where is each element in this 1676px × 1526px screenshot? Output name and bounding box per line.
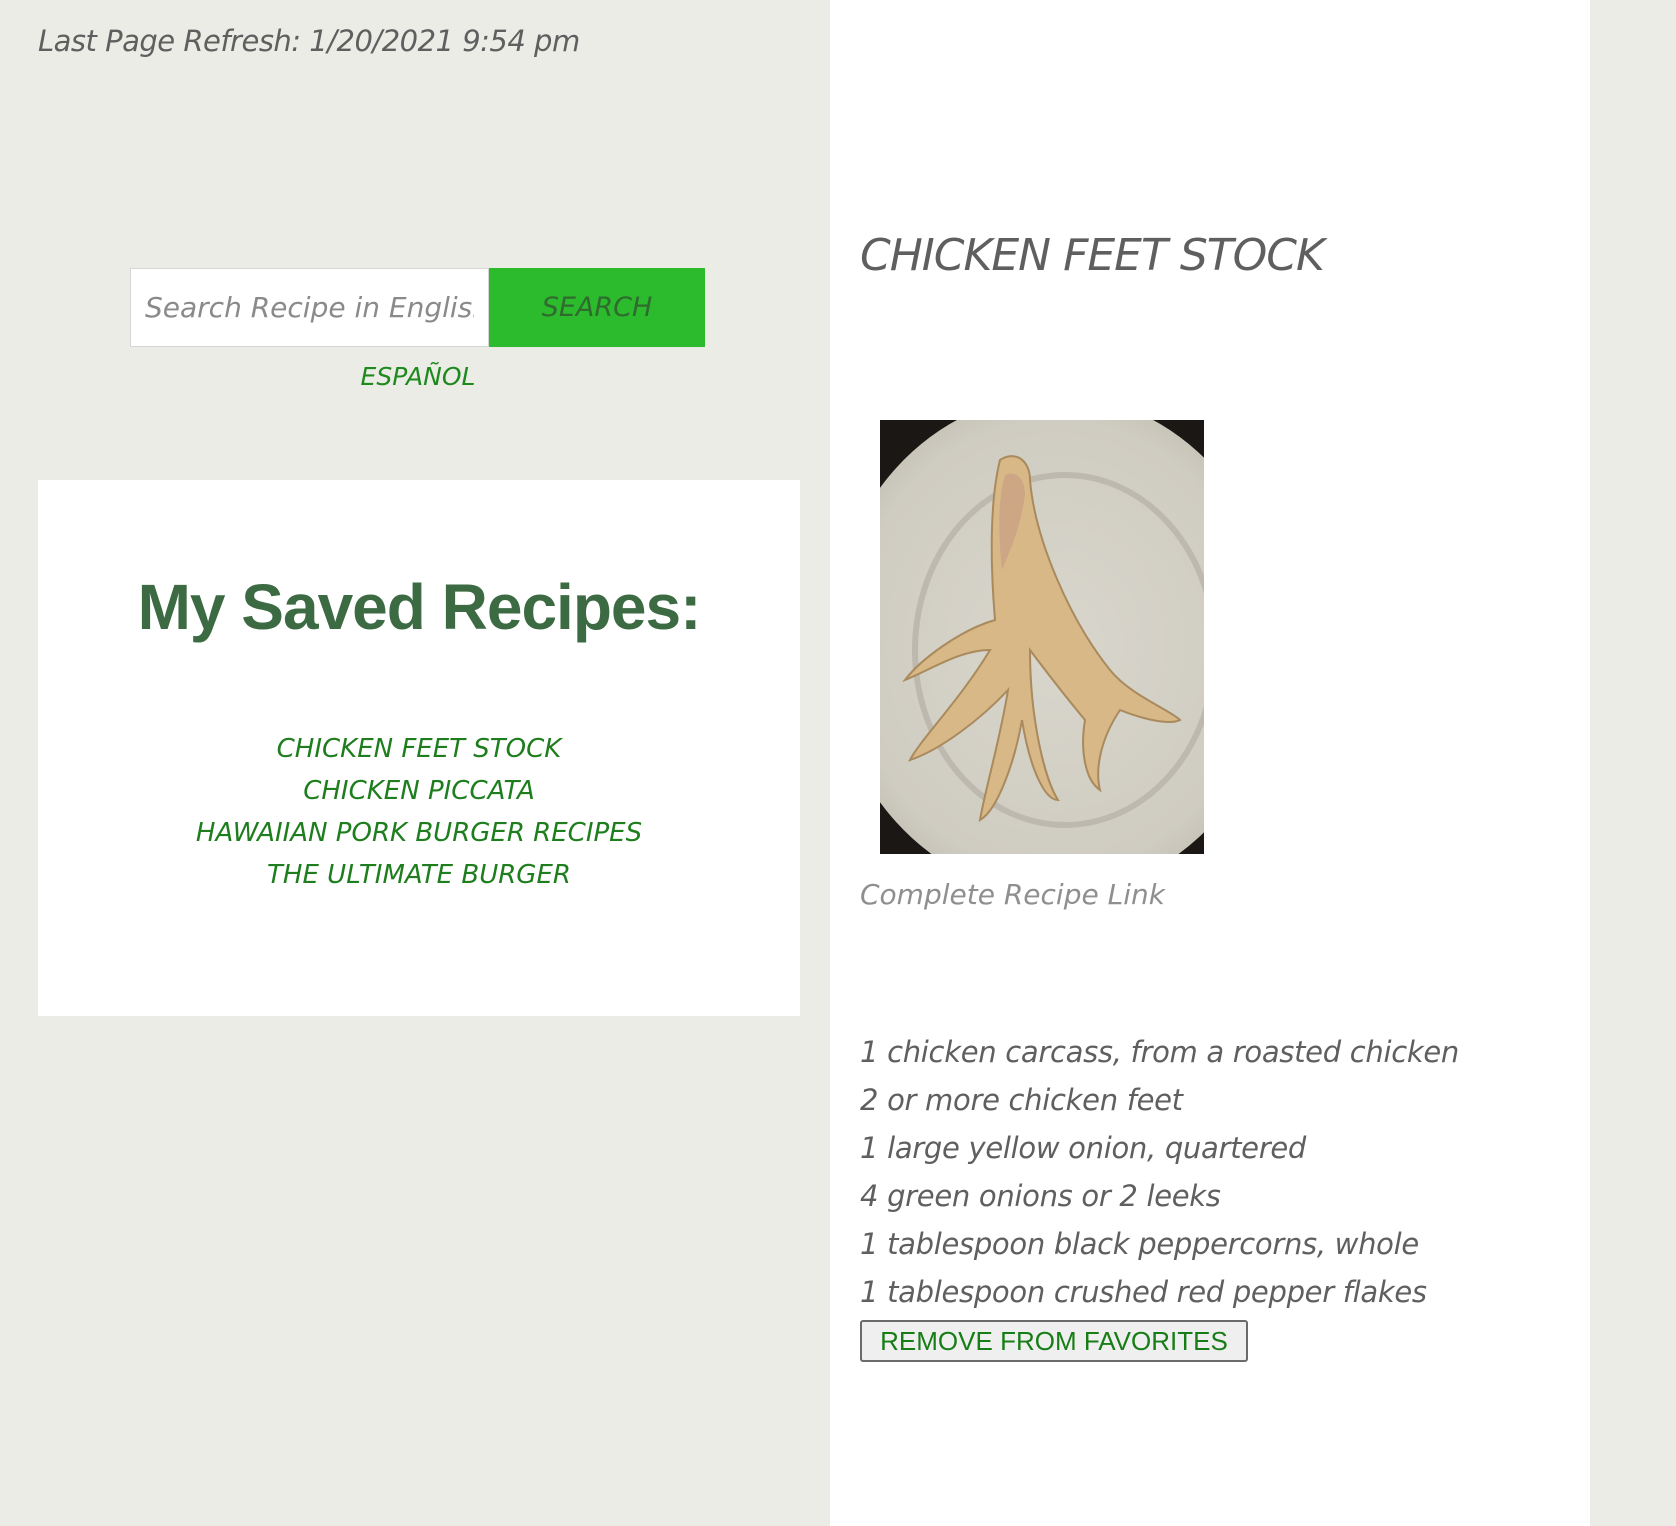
recipe-detail-panel: CHICKEN FEET STOCK Complete Recipe Link [830, 0, 1590, 1526]
search-input[interactable] [130, 268, 489, 347]
ingredient-item: 1 tablespoon black peppercorns, whole [860, 1227, 1419, 1261]
recipe-title: CHICKEN FEET STOCK [860, 230, 1325, 281]
left-column: Last Page Refresh: 1/20/2021 9:54 pm SEA… [0, 0, 830, 1526]
ingredient-item: 4 green onions or 2 leeks [860, 1179, 1221, 1213]
ingredient-item: 2 or more chicken feet [860, 1083, 1183, 1117]
ingredient-list: 1 chicken carcass, from a roasted chicke… [860, 1028, 1459, 1316]
search-bar: SEARCH [130, 268, 705, 347]
last-refresh-text: Last Page Refresh: 1/20/2021 9:54 pm [38, 24, 580, 58]
saved-recipes-card: My Saved Recipes: CHICKEN FEET STOCK CHI… [38, 480, 800, 1016]
espanol-link[interactable]: ESPAÑOL [0, 362, 836, 391]
saved-recipe-link[interactable]: CHICKEN PICCATA [38, 770, 800, 812]
recipe-photo [880, 420, 1204, 854]
complete-recipe-link[interactable]: Complete Recipe Link [860, 878, 1165, 911]
search-button[interactable]: SEARCH [489, 268, 705, 347]
saved-recipe-link[interactable]: THE ULTIMATE BURGER [38, 854, 800, 896]
saved-recipe-link[interactable]: CHICKEN FEET STOCK [38, 728, 800, 770]
ingredient-item: 1 chicken carcass, from a roasted chicke… [860, 1035, 1459, 1069]
remove-from-favorites-button[interactable]: REMOVE FROM FAVORITES [860, 1320, 1248, 1362]
chicken-feet-image [880, 420, 1204, 854]
ingredient-item: 1 large yellow onion, quartered [860, 1131, 1306, 1165]
saved-recipes-list: CHICKEN FEET STOCK CHICKEN PICCATA HAWAI… [38, 728, 800, 896]
ingredient-item: 1 tablespoon crushed red pepper flakes [860, 1275, 1427, 1309]
saved-recipe-link[interactable]: HAWAIIAN PORK BURGER RECIPES [38, 812, 800, 854]
saved-recipes-title: My Saved Recipes: [137, 571, 702, 643]
